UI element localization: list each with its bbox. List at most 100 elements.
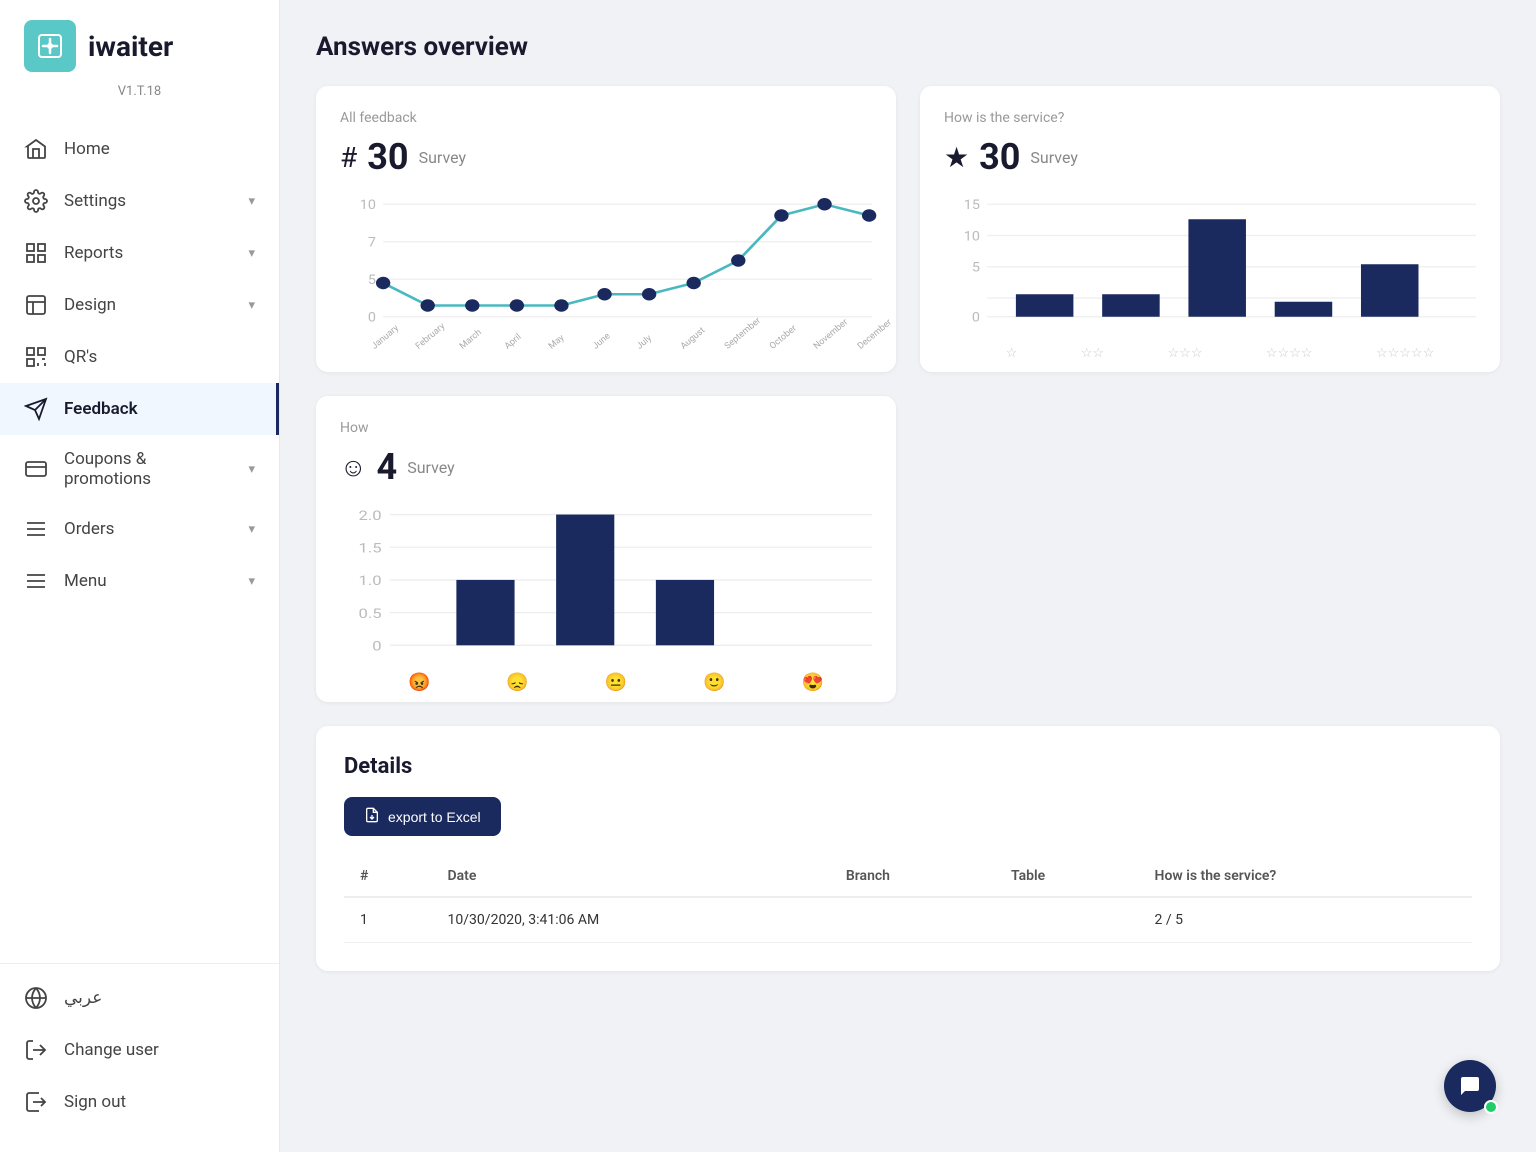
service-rating-chart: 15 10 5 0 [944, 198, 1476, 348]
sidebar-item-settings[interactable]: Settings ▾ [0, 175, 279, 227]
details-section: Details export to Excel # Date Branch Ta… [316, 726, 1500, 971]
export-excel-button[interactable]: export to Excel [344, 797, 501, 836]
settings-icon [24, 189, 48, 213]
sidebar-item-menu[interactable]: Menu ▾ [0, 555, 279, 607]
service-rating-unit: Survey [1030, 148, 1077, 167]
svg-text:0: 0 [372, 638, 381, 654]
col-service: How is the service? [1139, 856, 1472, 897]
how-stat: ☺ 4 Survey [340, 446, 872, 488]
sidebar-item-label: Reports [64, 243, 123, 263]
sidebar-item-sign-out[interactable]: Sign out [0, 1076, 279, 1128]
all-feedback-number: 30 [367, 136, 408, 178]
svg-text:1.5: 1.5 [359, 540, 382, 556]
chat-online-indicator [1484, 1100, 1498, 1114]
details-title: Details [344, 754, 1472, 779]
hash-icon: # [340, 141, 357, 174]
how-chart: 2.0 1.5 1.0 0.5 0 [340, 508, 872, 678]
service-rating-label: How is the service? [944, 110, 1476, 126]
how-label: How [340, 420, 872, 436]
sidebar-item-label: Coupons & promotions [64, 449, 232, 489]
language-icon [24, 986, 48, 1010]
sidebar-item-coupons[interactable]: Coupons & promotions ▾ [0, 435, 279, 503]
orders-icon [24, 517, 48, 541]
how-number: 4 [377, 446, 398, 488]
svg-text:10: 10 [964, 230, 980, 244]
reports-icon [24, 241, 48, 265]
svg-text:0: 0 [368, 312, 376, 326]
page-title: Answers overview [316, 32, 1500, 62]
cell-date: 10/30/2020, 3:41:06 AM [432, 897, 830, 943]
how-cards-row: How ☺ 4 Survey 2.0 1.5 1.0 [316, 396, 1500, 702]
star-icon: ★ [944, 141, 969, 174]
logo-area: iwaiter [0, 0, 279, 80]
coupons-icon [24, 457, 48, 481]
qr-icon [24, 345, 48, 369]
how-unit: Survey [407, 458, 454, 477]
sidebar-item-language[interactable]: عربي [0, 972, 279, 1024]
table-row: 1 10/30/2020, 3:41:06 AM 2 / 5 [344, 897, 1472, 943]
sidebar-item-label: Orders [64, 519, 114, 539]
sidebar-item-label: Menu [64, 571, 107, 591]
svg-text:5: 5 [972, 262, 981, 276]
sidebar-item-reports[interactable]: Reports ▾ [0, 227, 279, 279]
feedback-icon [24, 397, 48, 421]
svg-text:2.0: 2.0 [359, 508, 382, 524]
top-cards-row: All feedback # 30 Survey 10 7 5 0 [316, 86, 1500, 372]
sidebar: iwaiter V1.T.18 Home Settings ▾ Reports … [0, 0, 280, 1152]
sidebar-bottom: عربي Change user Sign out [0, 963, 279, 1152]
sidebar-item-home[interactable]: Home [0, 123, 279, 175]
svg-text:0.5: 0.5 [359, 606, 382, 622]
all-feedback-stat: # 30 Survey [340, 136, 872, 178]
sidebar-item-label: Sign out [64, 1092, 126, 1112]
export-btn-label: export to Excel [388, 809, 481, 825]
table-body: 1 10/30/2020, 3:41:06 AM 2 / 5 [344, 897, 1472, 943]
sidebar-item-label: Change user [64, 1040, 159, 1060]
svg-text:5: 5 [368, 274, 377, 288]
table-header: # Date Branch Table How is the service? [344, 856, 1472, 897]
svg-text:7: 7 [368, 237, 376, 251]
cell-branch [830, 897, 995, 943]
sidebar-item-label: Home [64, 139, 110, 159]
home-icon [24, 137, 48, 161]
all-feedback-unit: Survey [419, 148, 466, 167]
app-version: V1.T.18 [0, 80, 279, 115]
export-icon [364, 807, 380, 826]
service-rating-card: How is the service? ★ 30 Survey 15 10 [920, 86, 1500, 372]
all-feedback-label: All feedback [340, 110, 872, 126]
details-table-wrap: # Date Branch Table How is the service? … [344, 856, 1472, 943]
sidebar-item-change-user[interactable]: Change user [0, 1024, 279, 1076]
all-feedback-card: All feedback # 30 Survey 10 7 5 0 [316, 86, 896, 372]
sidebar-item-orders[interactable]: Orders ▾ [0, 503, 279, 555]
chevron-down-icon: ▾ [248, 462, 255, 477]
col-table: Table [995, 856, 1139, 897]
app-name: iwaiter [88, 30, 173, 63]
cell-table [995, 897, 1139, 943]
sidebar-item-feedback[interactable]: Feedback [0, 383, 279, 435]
nav-menu: Home Settings ▾ Reports ▾ Design ▾ [0, 115, 279, 955]
design-icon [24, 293, 48, 317]
sidebar-item-label: Feedback [64, 399, 138, 419]
chevron-down-icon: ▾ [248, 246, 255, 261]
sidebar-item-label: Settings [64, 191, 126, 211]
how-card: How ☺ 4 Survey 2.0 1.5 1.0 [316, 396, 896, 702]
logo-icon [24, 20, 76, 72]
sidebar-item-label: QR's [64, 347, 97, 367]
col-date: Date [432, 856, 830, 897]
sidebar-item-design[interactable]: Design ▾ [0, 279, 279, 331]
service-rating-stat: ★ 30 Survey [944, 136, 1476, 178]
sidebar-item-qrs[interactable]: QR's [0, 331, 279, 383]
col-branch: Branch [830, 856, 995, 897]
cell-num: 1 [344, 897, 432, 943]
svg-text:1.0: 1.0 [359, 573, 382, 589]
smiley-icon: ☺ [340, 452, 367, 483]
chevron-down-icon: ▾ [248, 574, 255, 589]
chevron-down-icon: ▾ [248, 522, 255, 537]
sign-out-icon [24, 1090, 48, 1114]
menu-icon [24, 569, 48, 593]
svg-text:10: 10 [360, 199, 376, 213]
service-rating-number: 30 [979, 136, 1020, 178]
svg-text:15: 15 [964, 199, 981, 213]
col-num: # [344, 856, 432, 897]
chevron-down-icon: ▾ [248, 194, 255, 209]
change-user-icon [24, 1038, 48, 1062]
